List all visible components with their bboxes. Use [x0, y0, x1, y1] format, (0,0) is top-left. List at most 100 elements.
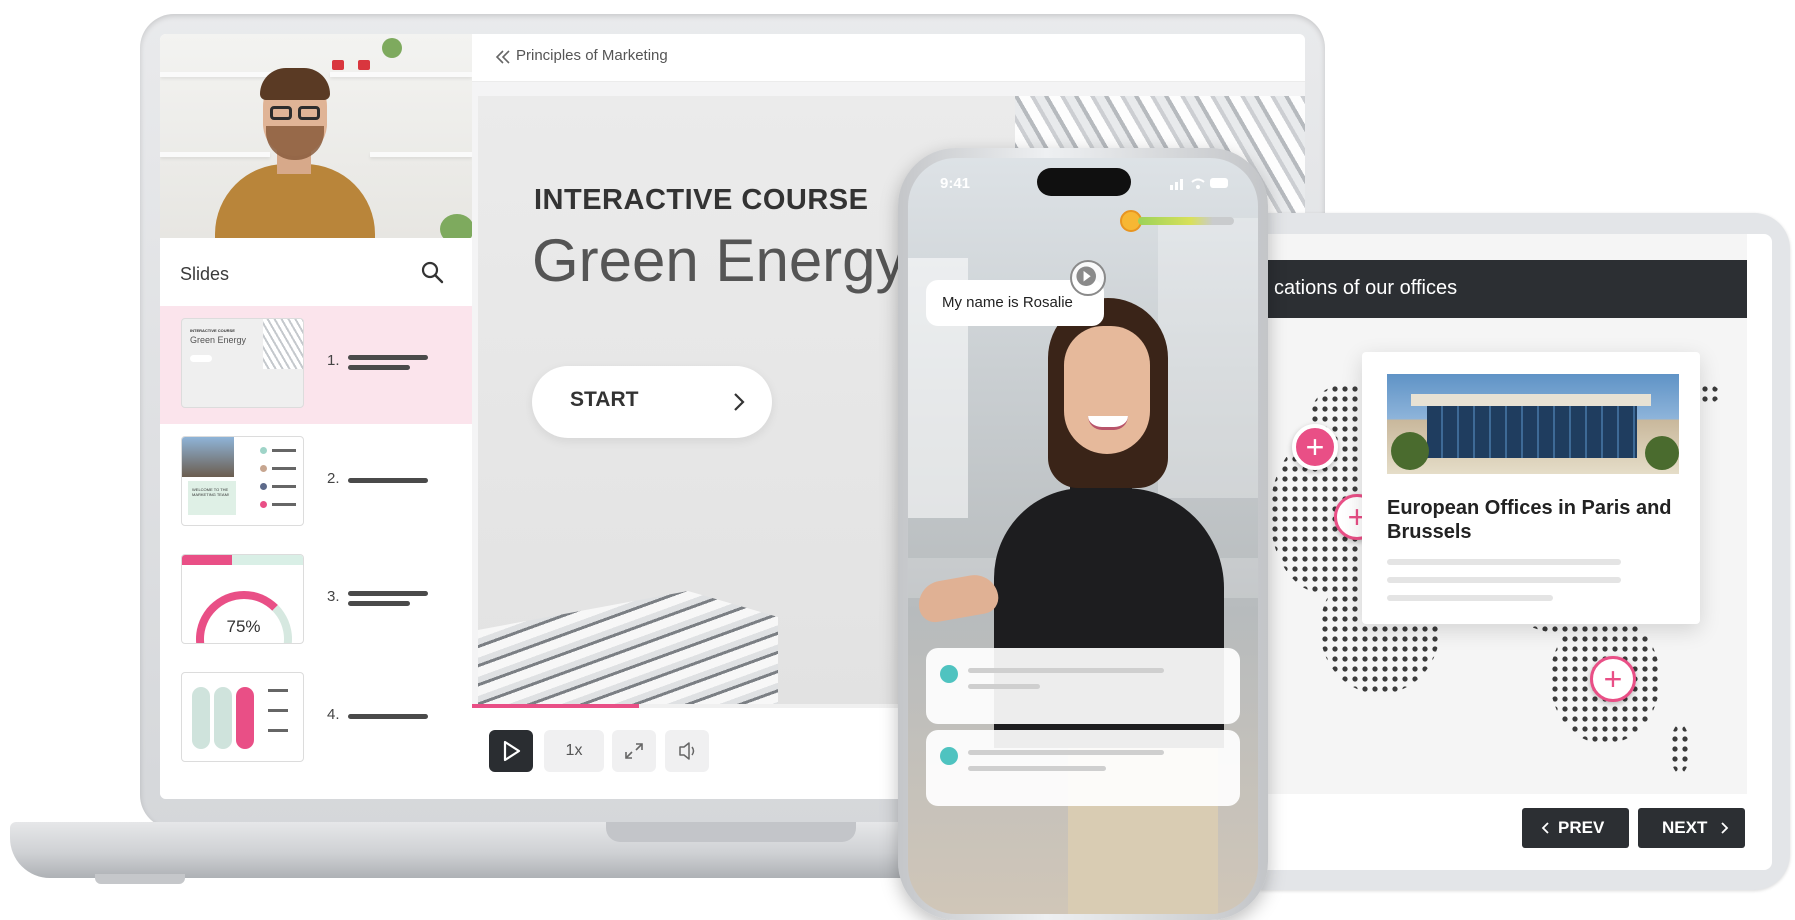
map-dots-islands: [1670, 724, 1690, 774]
option-radio: [940, 747, 958, 765]
location-pin[interactable]: +: [1292, 424, 1338, 470]
office-card-title: European Offices in Paris and Brussels: [1387, 497, 1672, 543]
slide-number: 2.: [327, 470, 340, 487]
speaker-icon: [679, 742, 695, 760]
thumb-line: [268, 689, 288, 692]
presenter-body: [215, 164, 375, 238]
answer-option[interactable]: [926, 648, 1240, 724]
slide-kicker: INTERACTIVE COURSE: [534, 184, 869, 216]
slide-number: 3.: [327, 588, 340, 605]
thumb-bullet: [260, 483, 267, 490]
audio-play-button[interactable]: [1070, 260, 1106, 296]
thumb-bullet: [260, 501, 267, 508]
slides-title: Slides: [180, 264, 230, 284]
thumb-line: [272, 467, 296, 470]
option-text-line: [968, 668, 1164, 673]
next-label: NEXT: [1662, 818, 1708, 837]
laptop-notch: [606, 822, 856, 842]
next-button[interactable]: NEXT: [1638, 808, 1745, 848]
location-pin[interactable]: +: [1590, 656, 1636, 702]
prev-label: PREV: [1558, 818, 1605, 837]
presenter-hair: [260, 68, 330, 100]
thumb-line: [268, 729, 288, 732]
course-topbar: Principles of Marketing: [472, 34, 1305, 82]
breadcrumb[interactable]: Principles of Marketing: [516, 47, 668, 64]
background-window: [1158, 218, 1258, 498]
slide-number: 1.: [327, 352, 340, 369]
office-card: European Offices in Paris and Brussels: [1362, 352, 1700, 624]
slide-item-3[interactable]: 75% 3.: [160, 542, 472, 660]
card-text-line: [1387, 595, 1553, 601]
presenter-beard: [266, 126, 324, 160]
map-panel: cations of our offices + + + European Of…: [1250, 234, 1747, 794]
building-image: [478, 591, 778, 718]
slide-item-1[interactable]: INTERACTIVE COURSE Green Energy 1.: [160, 306, 472, 424]
office-roof: [1411, 394, 1651, 406]
double-chevron-left-icon[interactable]: [494, 48, 512, 66]
course-title: Green Energy: [532, 227, 906, 294]
play-icon: [1076, 266, 1096, 286]
speed-button[interactable]: 1x: [544, 730, 604, 772]
thumb-line: [268, 709, 288, 712]
laptop-foot: [95, 874, 185, 884]
slides-header: Slides: [160, 238, 472, 300]
thumb-start: [190, 355, 212, 362]
office-glass: [1427, 406, 1637, 458]
slide-number: 4.: [327, 706, 340, 723]
option-text-line: [968, 750, 1164, 755]
slide-title-line: [348, 601, 410, 606]
start-label: START: [570, 388, 639, 411]
thumb-welcome-box: WELCOME TO THE MARKETING TEAM!: [188, 481, 236, 515]
slides-sidebar: Slides INTERACTIVE COURSE Green Energy 1…: [160, 34, 472, 799]
start-button[interactable]: START: [532, 366, 772, 438]
shelf: [160, 152, 270, 157]
thumb-line: [272, 449, 296, 452]
office-tree: [1645, 436, 1679, 470]
chevron-right-icon: [1721, 822, 1729, 834]
thumb-kicker: INTERACTIVE COURSE: [190, 328, 235, 333]
expand-icon: [625, 743, 643, 759]
slide-thumbnail: 75%: [181, 554, 304, 644]
shelf: [330, 72, 472, 77]
chevron-right-icon: [734, 393, 745, 411]
plus-icon: +: [1305, 429, 1325, 465]
thumb-percent: 75%: [226, 617, 261, 636]
dynamic-island: [1037, 168, 1131, 196]
presenter-glasses: [270, 106, 292, 120]
slide-thumbnail: [181, 672, 304, 762]
thumb-pill: [236, 687, 254, 749]
plus-icon: +: [1603, 661, 1623, 697]
presenter-video[interactable]: [160, 34, 472, 238]
slide-title-line: [348, 355, 428, 360]
speed-label: 1x: [565, 742, 583, 759]
speech-text: My name is Rosalie: [942, 294, 1073, 311]
answer-option[interactable]: [926, 730, 1240, 806]
slide-item-4[interactable]: 4.: [160, 660, 472, 778]
thumb-line: [272, 485, 296, 488]
search-icon[interactable]: [420, 260, 444, 284]
chevron-left-icon: [1541, 822, 1549, 834]
slide-title-line: [348, 478, 428, 483]
card-text-line: [1387, 577, 1621, 583]
fullscreen-button[interactable]: [612, 730, 656, 772]
thumb-bullet: [260, 465, 267, 472]
thumb-architecture: [263, 319, 303, 369]
volume-button[interactable]: [665, 730, 709, 772]
mood-meter: [1138, 217, 1234, 225]
slide-thumbnail: INTERACTIVE COURSE Green Energy: [181, 318, 304, 408]
slide-item-2[interactable]: WELCOME TO THE MARKETING TEAM! 2.: [160, 424, 472, 542]
office-photo: [1387, 374, 1679, 474]
device-showcase: Slides INTERACTIVE COURSE Green Energy 1…: [0, 0, 1795, 920]
slide-title-line: [348, 365, 410, 370]
map-title: cations of our offices: [1274, 277, 1458, 299]
option-text-line: [968, 766, 1106, 771]
play-button[interactable]: [489, 730, 533, 772]
option-text-line: [968, 684, 1040, 689]
thumb-title: Green Energy: [190, 335, 247, 345]
slide-title-line: [348, 591, 428, 596]
thumb-header-bar: [182, 555, 232, 565]
decor-pot: [358, 60, 370, 70]
prev-button[interactable]: PREV: [1522, 808, 1629, 848]
map-header: cations of our offices: [1250, 260, 1747, 318]
signal-wifi-battery-icon: [1170, 178, 1228, 190]
